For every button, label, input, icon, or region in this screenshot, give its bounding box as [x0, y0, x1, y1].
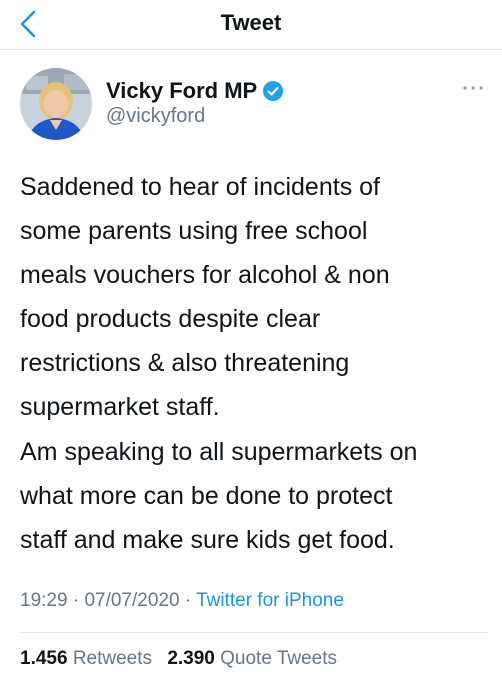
tweet-line: meals vouchers for alcohol & non: [20, 261, 390, 289]
tweet-date: 07/07/2020: [84, 590, 180, 611]
tweet-metadata: 19:29 · 07/07/2020 · Twitter for iPhone: [20, 590, 344, 612]
retweets-stat[interactable]: 1.456 Retweets: [20, 648, 157, 669]
tweet-paragraph-1: Saddened to hear of incidents of some pa…: [20, 165, 490, 429]
tweet-line: what more can be done to protect: [20, 482, 393, 510]
more-options-icon[interactable]: [462, 84, 484, 92]
tweet-line: Saddened to hear of incidents of: [20, 173, 380, 201]
quote-tweets-stat[interactable]: 2.390 Quote Tweets: [167, 648, 337, 669]
separator: ·: [184, 590, 192, 611]
tweet-line: Am speaking to all supermarkets on: [20, 438, 418, 466]
retweets-label: Retweets: [72, 648, 153, 669]
tweet-line: staff and make sure kids get food.: [20, 526, 395, 554]
tweet-line: food products despite clear: [20, 305, 321, 333]
navigation-bar: Tweet: [0, 0, 502, 50]
verified-badge-icon: [263, 81, 284, 101]
avatar[interactable]: [20, 68, 92, 140]
user-handle[interactable]: @vickyford: [106, 105, 205, 128]
divider: [20, 632, 488, 633]
separator: ·: [72, 590, 80, 611]
tweet-paragraph-2: Am speaking to all supermarkets on what …: [20, 430, 490, 562]
user-name: Vicky Ford MP: [106, 78, 258, 103]
tweet-line: restrictions & also threatening: [20, 349, 350, 377]
quote-tweets-count: 2.390: [167, 648, 215, 669]
user-name-row[interactable]: Vicky Ford MP: [106, 77, 284, 105]
tweet-line: supermarket staff.: [20, 393, 220, 421]
tweet-stats: 1.456 Retweets 2.390 Quote Tweets: [20, 648, 347, 670]
tweet-source-link[interactable]: Twitter for iPhone: [196, 590, 344, 611]
retweets-count: 1.456: [20, 648, 68, 669]
tweet-line: some parents using free school: [20, 217, 368, 245]
page-title: Tweet: [220, 10, 282, 35]
tweet-time: 19:29: [20, 590, 68, 611]
quote-tweets-label: Quote Tweets: [220, 648, 338, 669]
